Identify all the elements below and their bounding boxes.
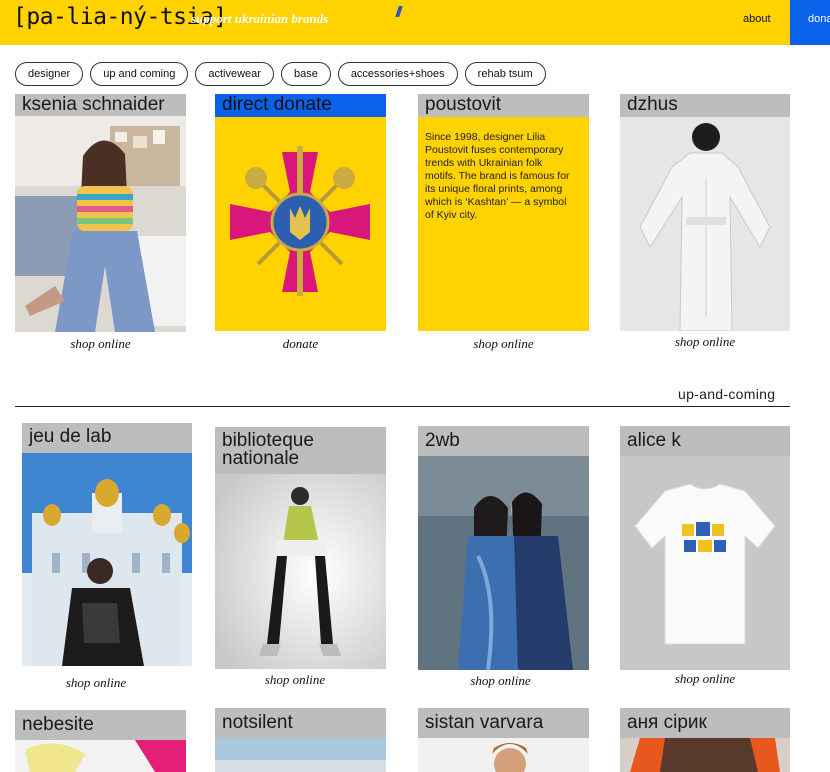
nav-donate-label: donate: [808, 13, 830, 25]
filter-base[interactable]: base: [280, 62, 331, 86]
shop-online-link[interactable]: shop online: [418, 336, 589, 352]
brand-title: nebesite: [15, 710, 186, 740]
brand-card-dzhus[interactable]: dzhus shop online: [620, 94, 790, 354]
filter-activewear[interactable]: activewear: [195, 62, 274, 86]
brand-description-panel: Since 1998, designer Lilia Poustovit fus…: [418, 117, 589, 331]
filter-bar: designer up and coming activewear base a…: [15, 62, 546, 86]
section-divider: [15, 406, 790, 407]
brand-card-jeu-de-lab[interactable]: jeu de lab shop online: [22, 423, 192, 693]
brand-photo: [22, 453, 192, 666]
brand-title: sistan varvara: [418, 708, 589, 738]
brand-photo: [418, 456, 589, 670]
brand-card-nebesite[interactable]: nebesite: [15, 710, 186, 772]
brand-title: direct donate: [215, 94, 386, 117]
brand-card-alice-k[interactable]: alice k shop online: [620, 426, 790, 693]
brand-card-biblioteque-nationale[interactable]: biblioteque nationale shop online: [215, 427, 386, 693]
site-tagline: support ukrainian brands: [191, 11, 329, 26]
filter-up-and-coming[interactable]: up and coming: [90, 62, 189, 86]
shop-online-link[interactable]: shop online: [620, 671, 790, 687]
nav-about-link[interactable]: about: [743, 13, 771, 25]
brand-card-anya-siryk[interactable]: аня сірик: [620, 708, 790, 772]
shop-online-link[interactable]: shop online: [620, 334, 790, 350]
brand-card-direct-donate[interactable]: direct donate donate: [215, 94, 386, 354]
brand-photo: [418, 738, 589, 772]
brand-photo: [215, 474, 386, 669]
donate-link[interactable]: donate: [215, 336, 386, 352]
brand-title: notsilent: [215, 708, 386, 738]
shop-online-link[interactable]: shop online: [15, 336, 186, 352]
top-bar: [pa-lia-ný-tsia] support ukrainian brand…: [0, 0, 830, 45]
brand-title: аня сірик: [620, 708, 790, 738]
brand-title: 2wb: [418, 426, 589, 456]
section-heading-up-and-coming: up-and-coming: [678, 386, 776, 402]
armed-forces-emblem: [215, 117, 386, 331]
brand-photo: [620, 456, 790, 670]
brand-photo: [15, 116, 186, 332]
brand-title: biblioteque nationale: [215, 427, 386, 474]
brand-title: alice k: [620, 426, 790, 456]
brand-title: poustovit: [418, 94, 589, 117]
brand-card-ksenia-schnaider[interactable]: ksenia schnaider shop online: [15, 94, 186, 354]
filter-rehab-tsum[interactable]: rehab tsum: [464, 62, 546, 86]
decorative-mark: [395, 6, 403, 17]
brand-photo: [15, 740, 186, 772]
shop-online-link[interactable]: shop online: [418, 673, 583, 689]
brand-title: jeu de lab: [22, 423, 192, 453]
brand-title: dzhus: [620, 94, 790, 117]
brand-photo: [215, 738, 386, 772]
brand-card-2wb[interactable]: 2wb shop online: [418, 426, 589, 693]
filter-designer[interactable]: designer: [15, 62, 84, 86]
brand-card-poustovit[interactable]: poustovit Since 1998, designer Lilia Pou…: [418, 94, 589, 354]
brand-photo: [620, 117, 790, 331]
brand-description: Since 1998, designer Lilia Poustovit fus…: [425, 131, 570, 221]
nav-donate-button[interactable]: donate: [790, 0, 830, 45]
brand-photo: [620, 738, 790, 772]
filter-accessories-shoes[interactable]: accessories+shoes: [337, 62, 458, 86]
shop-online-link[interactable]: shop online: [215, 672, 375, 688]
shop-online-link[interactable]: shop online: [22, 675, 170, 691]
brand-title: ksenia schnaider: [15, 94, 186, 116]
brand-card-notsilent[interactable]: notsilent: [215, 708, 386, 772]
brand-card-sistan-varvara[interactable]: sistan varvara: [418, 708, 589, 772]
